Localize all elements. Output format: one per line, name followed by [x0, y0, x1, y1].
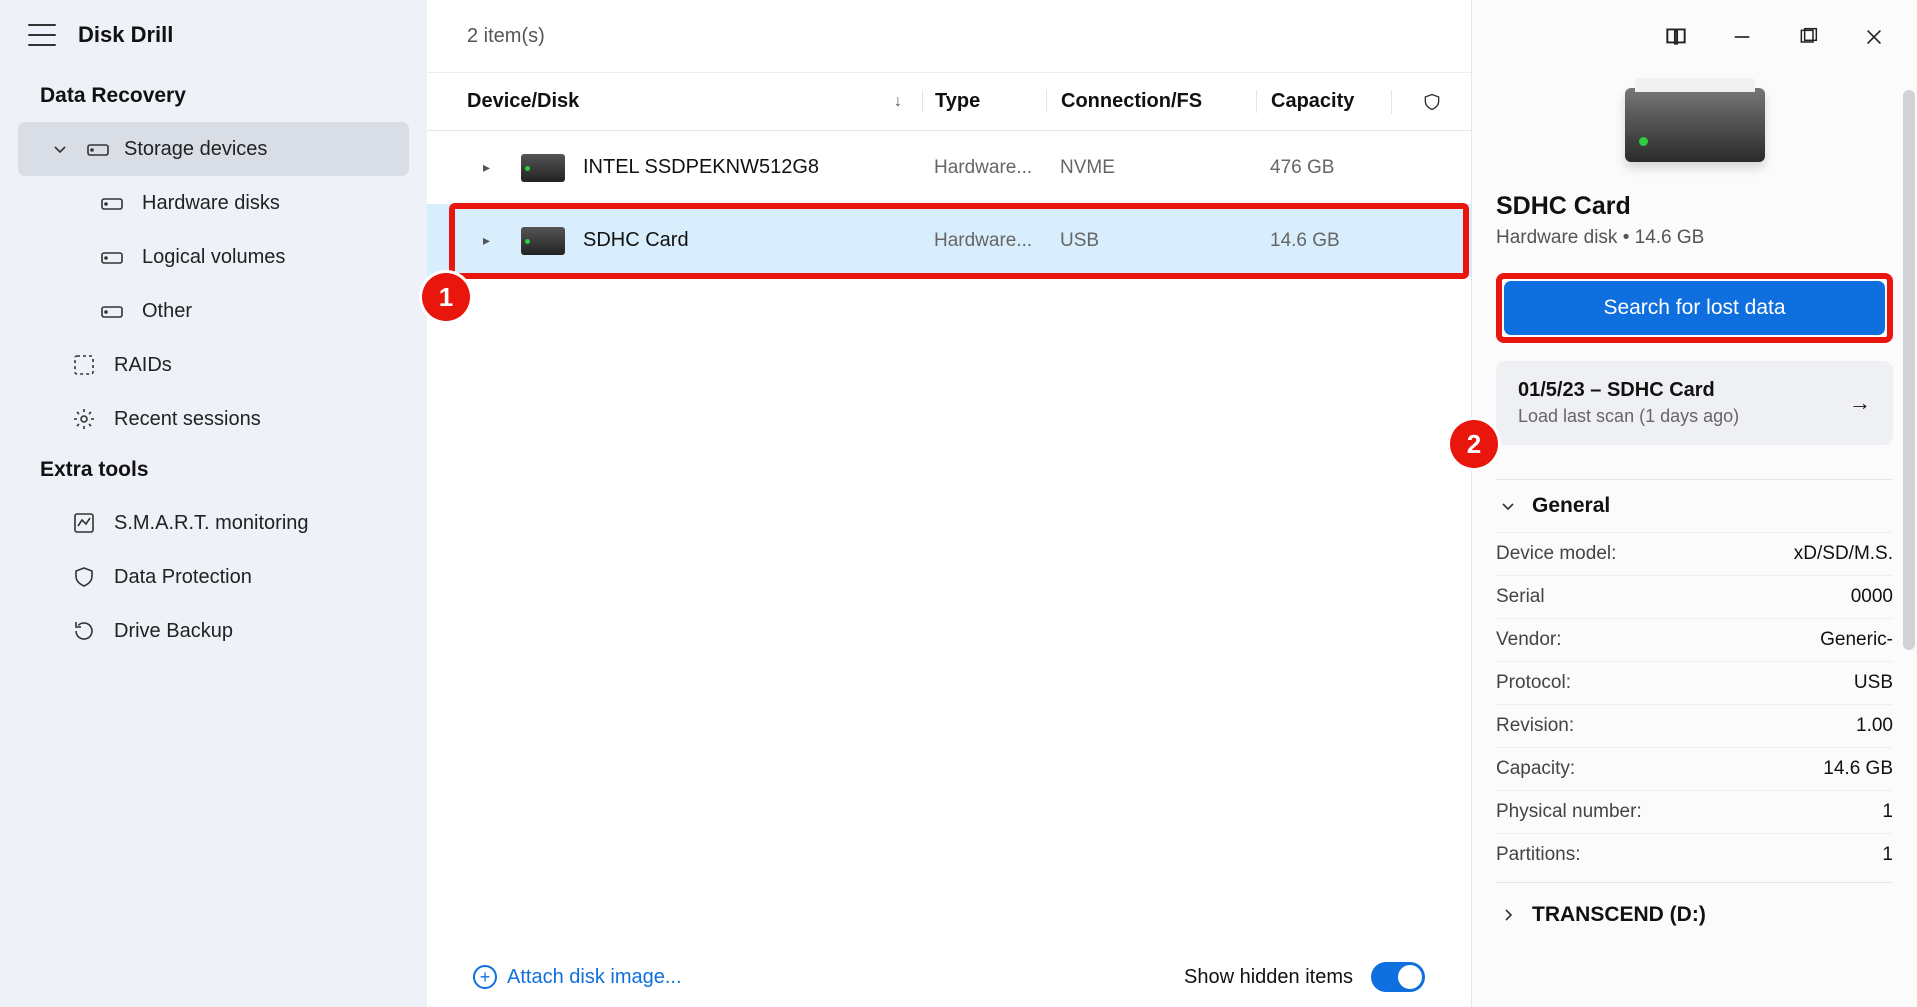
table-row[interactable]: ▸ INTEL SSDPEKNW512G8 Hardware... NVME 4… [427, 131, 1471, 204]
chevron-right-icon[interactable]: ▸ [483, 232, 499, 249]
device-connection: USB [1046, 230, 1256, 252]
section-general[interactable]: General [1496, 479, 1893, 532]
plus-circle-icon: + [473, 965, 497, 989]
session-title: 01/5/23 – SDHC Card [1518, 379, 1739, 402]
arrow-right-icon: → [1849, 390, 1871, 416]
chevron-down-icon [1496, 494, 1520, 518]
drive-icon [100, 299, 124, 323]
drive-icon [86, 137, 110, 161]
main-panel: 2 item(s) Device/Disk ↓ Type Connection/… [427, 0, 1472, 1007]
device-table: Device/Disk ↓ Type Connection/FS Capacit… [427, 73, 1471, 947]
tutorial-icon[interactable] [1663, 24, 1689, 50]
chevron-down-icon [48, 137, 72, 161]
sidebar-item-logical-volumes[interactable]: Logical volumes [0, 230, 427, 284]
kv-row: Capacity:14.6 GB [1496, 747, 1893, 790]
chart-icon [72, 511, 96, 535]
sidebar-item-data-protection[interactable]: Data Protection [0, 550, 427, 604]
sidebar-item-label: Hardware disks [142, 192, 280, 215]
table-row-selected[interactable]: ▸ SDHC Card Hardware... USB 14.6 GB [427, 204, 1471, 277]
chevron-right-icon [1496, 903, 1520, 927]
sidebar-item-recent-sessions[interactable]: Recent sessions [0, 392, 427, 446]
kv-row: Physical number:1 [1496, 790, 1893, 833]
show-hidden-label: Show hidden items [1184, 966, 1353, 989]
details-subtitle: Hardware disk • 14.6 GB [1496, 227, 1893, 249]
sidebar: Disk Drill Data Recovery Storage devices… [0, 0, 427, 1007]
kv-row: Revision:1.00 [1496, 704, 1893, 747]
app-title: Disk Drill [78, 22, 173, 48]
last-session-card[interactable]: 01/5/23 – SDHC Card Load last scan (1 da… [1496, 361, 1893, 445]
gear-icon [72, 407, 96, 431]
item-count: 2 item(s) [467, 25, 545, 48]
minimize-icon[interactable] [1729, 24, 1755, 50]
column-header-protection[interactable] [1391, 90, 1471, 114]
close-icon[interactable] [1861, 24, 1887, 50]
kv-row: Protocol:USB [1496, 661, 1893, 704]
sidebar-item-label: Logical volumes [142, 246, 285, 269]
sidebar-item-label: RAIDs [114, 354, 172, 377]
shield-icon [1420, 90, 1444, 114]
column-header-connection[interactable]: Connection/FS [1046, 90, 1256, 113]
column-header-type[interactable]: Type [922, 90, 1046, 113]
annotation-marker-1: 1 [422, 273, 470, 321]
kv-row: Partitions:1 [1496, 833, 1893, 876]
sidebar-item-raids[interactable]: RAIDs [0, 338, 427, 392]
sidebar-section-tools: Extra tools [0, 446, 427, 496]
device-connection: NVME [1046, 157, 1256, 179]
sidebar-item-drive-backup[interactable]: Drive Backup [0, 604, 427, 658]
window-controls [1663, 0, 1917, 73]
sort-arrow-icon: ↓ [894, 93, 902, 111]
search-for-lost-data-button[interactable]: Search for lost data [1504, 281, 1885, 335]
details-panel: SDHC Card Hardware disk • 14.6 GB Search… [1472, 0, 1917, 1007]
show-hidden-toggle[interactable] [1371, 962, 1425, 992]
hamburger-menu-icon[interactable] [28, 24, 56, 46]
section-partition[interactable]: TRANSCEND (D:) [1496, 882, 1893, 935]
sidebar-item-label: Other [142, 300, 192, 323]
raid-icon [72, 353, 96, 377]
chevron-right-icon[interactable]: ▸ [483, 159, 499, 176]
sidebar-item-hardware-disks[interactable]: Hardware disks [0, 176, 427, 230]
annotation-highlight-2: Search for lost data [1496, 273, 1893, 343]
device-type: Hardware... [922, 230, 1046, 252]
sidebar-item-other[interactable]: Other [0, 284, 427, 338]
device-capacity: 476 GB [1256, 157, 1391, 179]
column-header-capacity[interactable]: Capacity [1256, 90, 1391, 113]
sidebar-item-label: Recent sessions [114, 408, 261, 431]
maximize-icon[interactable] [1795, 24, 1821, 50]
device-name: INTEL SSDPEKNW512G8 [583, 156, 819, 179]
kv-row: Device model:xD/SD/M.S. [1496, 532, 1893, 575]
device-type: Hardware... [922, 157, 1046, 179]
annotation-marker-2: 2 [1450, 420, 1498, 468]
details-title: SDHC Card [1496, 192, 1893, 221]
sidebar-section-recovery: Data Recovery [0, 72, 427, 122]
table-header: Device/Disk ↓ Type Connection/FS Capacit… [427, 73, 1471, 131]
sidebar-item-label: Drive Backup [114, 620, 233, 643]
sidebar-item-label: S.M.A.R.T. monitoring [114, 512, 309, 535]
history-icon [72, 619, 96, 643]
attach-label: Attach disk image... [507, 966, 682, 989]
sidebar-item-label: Storage devices [124, 138, 267, 161]
shield-icon [72, 565, 96, 589]
sidebar-item-smart[interactable]: S.M.A.R.T. monitoring [0, 496, 427, 550]
drive-thumb-icon [521, 227, 565, 255]
device-capacity: 14.6 GB [1256, 230, 1391, 252]
scrollbar[interactable] [1903, 90, 1915, 650]
drive-hero-icon [1625, 88, 1765, 162]
drive-icon [100, 245, 124, 269]
sidebar-item-storage-devices[interactable]: Storage devices [18, 122, 409, 176]
kv-row: Serial0000 [1496, 575, 1893, 618]
drive-icon [100, 191, 124, 215]
kv-row: Vendor:Generic- [1496, 618, 1893, 661]
sidebar-item-label: Data Protection [114, 566, 252, 589]
attach-disk-image-button[interactable]: + Attach disk image... [473, 965, 682, 989]
column-header-device[interactable]: Device/Disk ↓ [427, 90, 922, 113]
session-subtitle: Load last scan (1 days ago) [1518, 406, 1739, 427]
drive-thumb-icon [521, 154, 565, 182]
device-name: SDHC Card [583, 229, 689, 252]
